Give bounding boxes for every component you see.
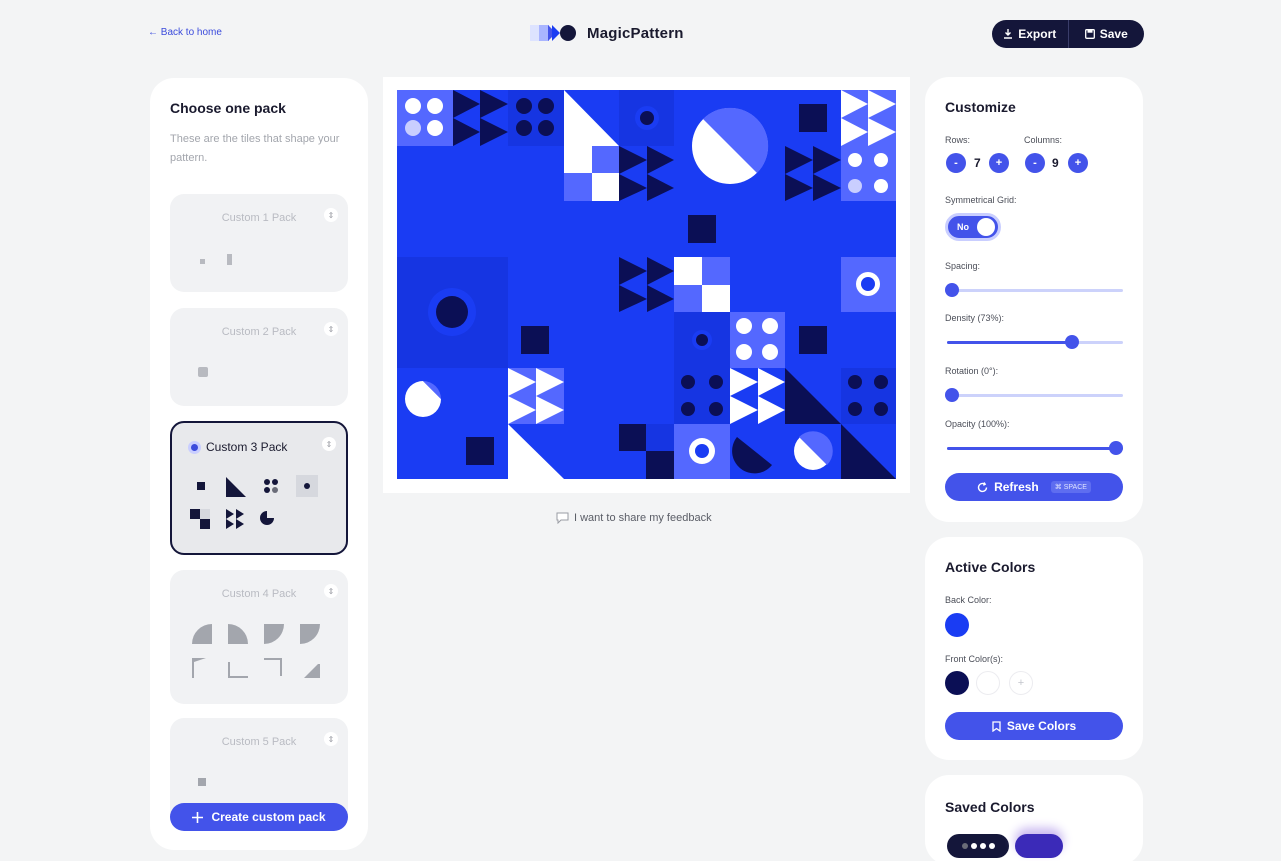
- spacing-slider[interactable]: [945, 283, 1123, 297]
- back-color-label: Back Color:: [945, 595, 992, 605]
- save-label: Save: [1099, 27, 1128, 41]
- columns-increment-button[interactable]: +: [1068, 153, 1088, 173]
- create-custom-pack-label: Create custom pack: [211, 810, 326, 824]
- toggle-knob: [977, 218, 995, 236]
- rotation-label: Rotation (0°):: [945, 366, 999, 376]
- chevron-down-icon[interactable]: ⇕: [324, 322, 338, 336]
- feedback-label: I want to share my feedback: [574, 512, 712, 524]
- spacing-label: Spacing:: [945, 261, 981, 271]
- rows-decrement-button[interactable]: -: [946, 153, 966, 173]
- pack-label: Custom 5 Pack: [221, 736, 297, 748]
- saved-palette-dark[interactable]: [947, 834, 1009, 858]
- slider-thumb[interactable]: [1064, 335, 1079, 349]
- chevron-down-icon[interactable]: ⇕: [324, 208, 338, 222]
- slider-track: [947, 289, 1123, 292]
- feedback-link[interactable]: I want to share my feedback: [556, 512, 712, 524]
- opacity-slider[interactable]: [945, 441, 1123, 455]
- plus-icon: [192, 811, 204, 823]
- rows-label: Rows:: [945, 135, 971, 145]
- export-button[interactable]: Export: [992, 20, 1068, 48]
- packs-panel: Choose one pack These are the tiles that…: [150, 78, 368, 850]
- active-colors-title: Active Colors: [945, 559, 1036, 575]
- add-color-button[interactable]: +: [1009, 671, 1033, 695]
- top-actions-group: Export Save: [992, 20, 1144, 48]
- saved-colors-panel: Saved Colors: [925, 775, 1143, 861]
- palette-dot: [961, 843, 968, 849]
- brand-logo[interactable]: MagicPattern: [530, 22, 684, 44]
- packs-panel-subtitle: These are the tiles that shape your patt…: [170, 133, 340, 164]
- pack-card-custom-1[interactable]: Custom 1 Pack ⇕: [170, 194, 348, 292]
- floppy-disk-icon: [1084, 29, 1095, 39]
- slider-thumb[interactable]: [945, 388, 959, 402]
- pack-tiles-preview: [192, 624, 320, 678]
- save-colors-button[interactable]: Save Colors: [945, 712, 1123, 740]
- toggle-state-label: No: [957, 222, 969, 232]
- export-label: Export: [1018, 27, 1057, 41]
- pattern-preview: [397, 90, 896, 479]
- magicpattern-logo-icon: [530, 25, 576, 41]
- pack-tiles-preview: [190, 475, 318, 529]
- bookmark-icon: [992, 720, 1001, 732]
- back-to-home-link[interactable]: ← Back to home: [148, 27, 222, 38]
- slider-fill: [947, 447, 1123, 450]
- rows-value: 7: [974, 156, 981, 170]
- create-custom-pack-button[interactable]: Create custom pack: [170, 803, 348, 831]
- download-icon: [1004, 29, 1013, 39]
- refresh-label: Refresh: [994, 480, 1039, 494]
- columns-value: 9: [1052, 156, 1059, 170]
- chevron-down-icon[interactable]: ⇕: [322, 437, 336, 451]
- speech-bubble-icon: [556, 512, 569, 524]
- columns-decrement-button[interactable]: -: [1025, 153, 1045, 173]
- save-colors-label: Save Colors: [1006, 719, 1077, 733]
- rotation-slider[interactable]: [945, 388, 1123, 402]
- chevron-down-icon[interactable]: ⇕: [324, 584, 338, 598]
- palette-dot: [970, 843, 977, 849]
- columns-label: Columns:: [1024, 135, 1063, 145]
- symmetrical-grid-toggle[interactable]: No: [945, 213, 1001, 241]
- pack-card-custom-4[interactable]: Custom 4 Pack ⇕: [170, 570, 348, 704]
- pack-tiles-preview: [200, 254, 232, 265]
- pack-card-custom-3[interactable]: Custom 3 Pack ⇕: [170, 421, 348, 555]
- refresh-button[interactable]: Refresh ⌘ SPACE: [945, 473, 1123, 501]
- pack-card-custom-2[interactable]: Custom 2 Pack ⇕: [170, 308, 348, 406]
- opacity-label: Opacity (100%):: [945, 419, 1010, 429]
- pack-tiles-preview: [198, 367, 208, 377]
- rows-increment-button[interactable]: +: [989, 153, 1009, 173]
- back-color-swatch[interactable]: [945, 613, 969, 637]
- slider-thumb[interactable]: [945, 283, 959, 297]
- pack-label: Custom 3 Pack: [206, 440, 288, 454]
- saved-colors-title: Saved Colors: [945, 799, 1035, 815]
- refresh-icon: [977, 481, 988, 492]
- pack-label: Custom 4 Pack: [221, 588, 297, 600]
- pattern-canvas[interactable]: [397, 90, 896, 479]
- pack-label: Custom 1 Pack: [221, 212, 297, 224]
- front-color-swatch[interactable]: [945, 671, 969, 695]
- chevron-down-icon[interactable]: ⇕: [324, 732, 338, 746]
- symmetrical-grid-label: Symmetrical Grid:: [945, 195, 1017, 205]
- refresh-shortcut: ⌘ SPACE: [1050, 481, 1091, 493]
- pack-label: Custom 2 Pack: [221, 326, 297, 338]
- pattern-canvas-frame: [383, 77, 910, 493]
- palette-dot: [979, 843, 986, 849]
- customize-panel: Customize Rows: - 7 + Columns: - 9 + Sym…: [925, 77, 1143, 522]
- pack-tiles-preview: [198, 778, 206, 786]
- front-colors-label: Front Color(s):: [945, 654, 1004, 664]
- slider-track: [947, 394, 1123, 397]
- density-slider[interactable]: [945, 335, 1123, 349]
- palette-dot: [988, 843, 995, 849]
- customize-title: Customize: [945, 99, 1016, 115]
- top-bar: ← Back to home MagicPattern Export Save: [0, 0, 1281, 70]
- selected-radio-icon[interactable]: [188, 441, 201, 454]
- packs-panel-title: Choose one pack: [170, 100, 286, 116]
- active-colors-panel: Active Colors Back Color: Front Color(s)…: [925, 537, 1143, 760]
- saved-palette-purple[interactable]: [1015, 834, 1063, 858]
- brand-name: MagicPattern: [587, 24, 684, 42]
- save-button[interactable]: Save: [1067, 20, 1145, 48]
- slider-thumb[interactable]: [1109, 441, 1123, 455]
- density-label: Density (73%):: [945, 313, 1005, 323]
- slider-fill: [947, 341, 1075, 344]
- front-color-swatch[interactable]: [976, 671, 1000, 695]
